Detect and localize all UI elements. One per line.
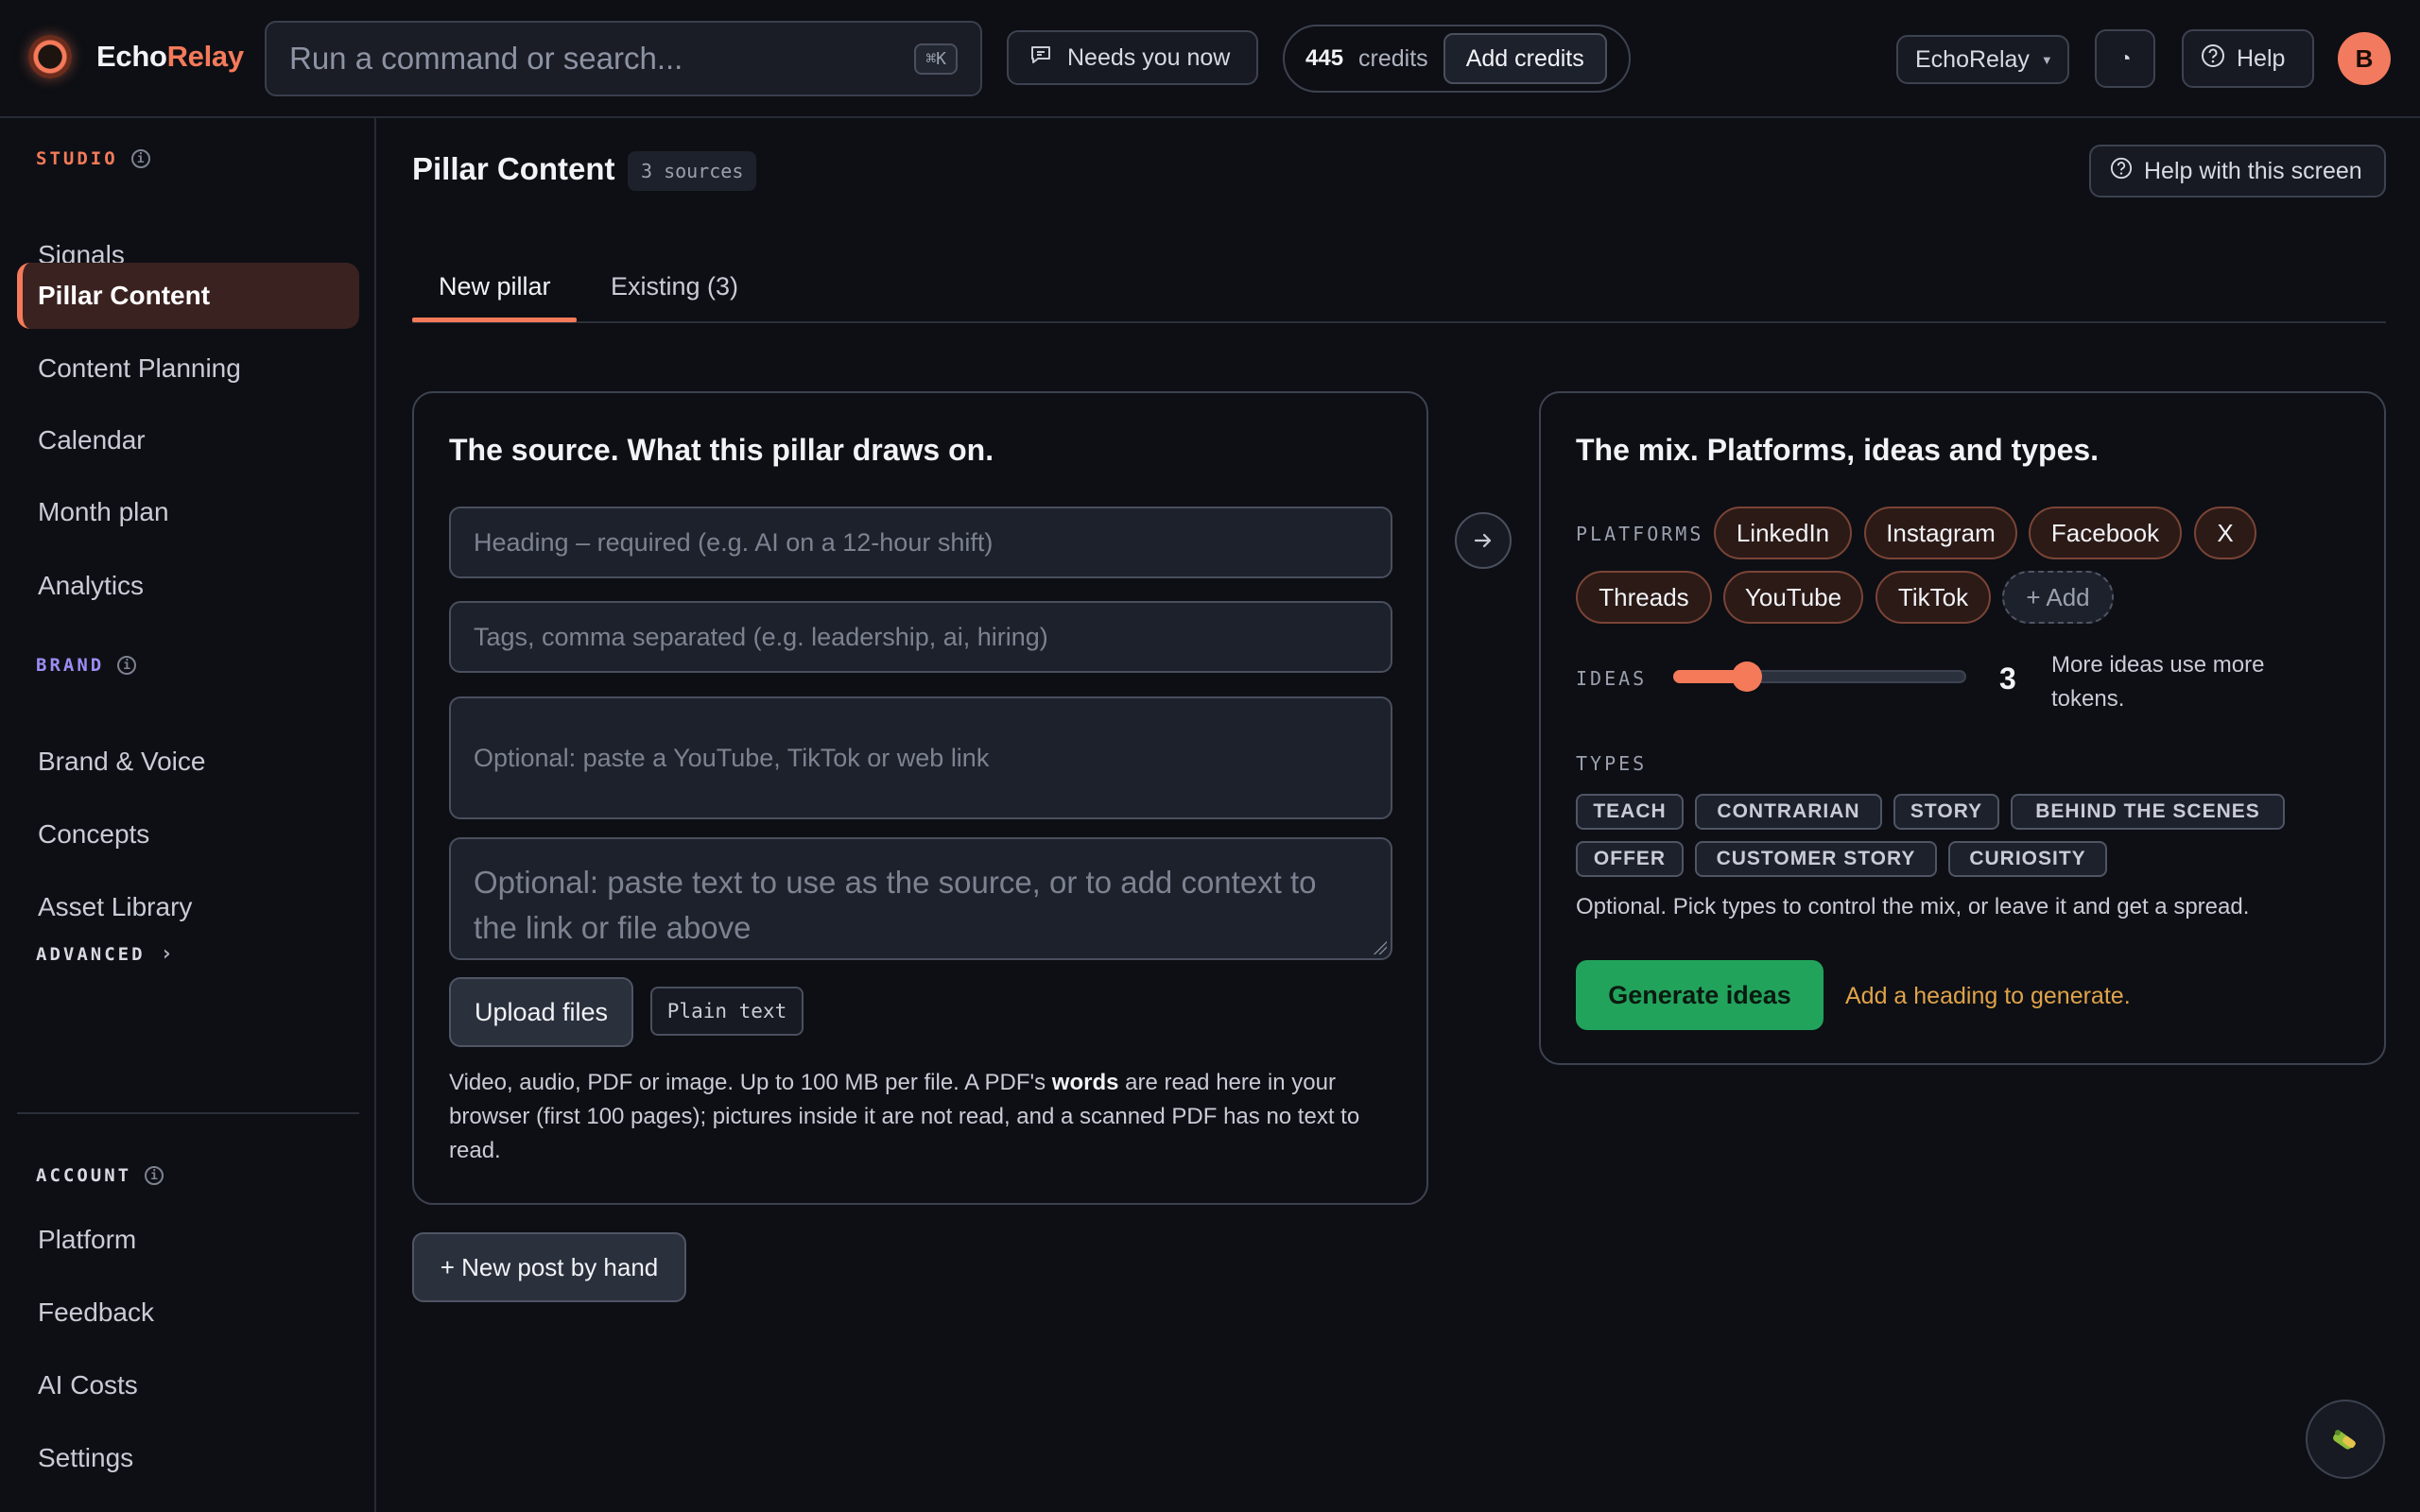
ideas-note: More ideas use more tokens. [2051,652,2265,712]
arrow-right-icon[interactable] [1455,512,1512,569]
workspace-name: EchoRelay [1915,45,2030,73]
sidebar-item-month-plan[interactable]: Month plan [17,479,359,545]
platform-chip-threads[interactable]: Threads [1576,571,1712,624]
section-label-account: ACCOUNT i [36,1165,164,1186]
needs-you-now-button[interactable]: Needs you now [1007,30,1258,85]
sources-badge: 3 sources [628,151,757,191]
info-icon[interactable]: i [145,1166,164,1185]
heading-input[interactable]: Heading – required (e.g. AI on a 12-hour… [449,507,1392,578]
platform-chip-instagram[interactable]: Instagram [1864,507,2017,559]
new-post-by-hand-button[interactable]: + New post by hand [412,1232,686,1302]
type-tag-customer-story[interactable]: CUSTOMER STORY [1695,841,1937,877]
question-circle-icon [2201,43,2225,75]
types-label: TYPES [1576,752,1648,775]
add-credits-button[interactable]: Add credits [1443,33,1607,84]
tags-input[interactable]: Tags, comma separated (e.g. leadership, … [449,601,1392,673]
assistant-icon[interactable] [2306,1400,2385,1479]
plain-text-button[interactable]: Plain text [650,987,804,1036]
type-tag-teach[interactable]: TEACH [1576,794,1684,830]
source-card-title: The source. What this pillar draws on. [449,433,994,467]
question-circle-icon [2110,157,2133,186]
sidebar-item-ai-costs[interactable]: AI Costs [17,1352,359,1418]
section-toggle-advanced[interactable]: ADVANCED › [36,942,176,966]
needs-you-label: Needs you now [1067,43,1231,71]
help-screen-label: Help with this screen [2144,157,2362,184]
generate-hint: Add a heading to generate. [1845,983,2131,1009]
active-tab-indicator [412,318,577,322]
platform-chip-youtube[interactable]: YouTube [1723,571,1863,624]
user-avatar[interactable]: B [2338,32,2391,85]
platform-chip-tiktok[interactable]: TikTok [1876,571,1991,624]
platform-chip-facebook[interactable]: Facebook [2029,507,2182,559]
sidebar-item-feedback[interactable]: Feedback [17,1280,359,1346]
chevron-down-icon: ▼ [2040,52,2053,67]
platforms-label: PLATFORMS [1576,523,1704,545]
chevron-right-icon: › [160,942,176,966]
tab-existing[interactable]: Existing (3) [611,272,738,301]
types-note: Optional. Pick types to control the mix,… [1576,894,2250,919]
shortcut-badge: ⌘K [914,43,958,75]
command-search-input[interactable]: Run a command or search... ⌘K [265,21,982,96]
message-icon [1029,44,1052,72]
section-label-brand: BRAND i [36,655,137,676]
type-tag-contrarian[interactable]: CONTRARIAN [1695,794,1882,830]
source-card: The source. What this pillar draws on. H… [412,391,1428,1205]
ideas-slider-thumb[interactable] [1731,662,1762,692]
credits-label: credits [1358,44,1428,72]
type-tag-offer[interactable]: OFFER [1576,841,1684,877]
sidebar-divider [17,1112,359,1114]
help-with-screen-button[interactable]: Help with this screen [2089,145,2386,198]
app-logo[interactable]: EchoRelay [28,35,244,78]
resize-handle[interactable] [1372,939,1387,954]
ideas-value: 3 [1999,662,2016,696]
tab-new-pillar[interactable]: New pillar [439,272,551,301]
mix-card-title: The mix. Platforms, ideas and types. [1576,433,2100,467]
sidebar-item-settings[interactable]: Settings [17,1425,359,1491]
upload-help-text: Video, audio, PDF or image. Up to 100 MB… [449,1070,1360,1163]
type-tag-curiosity[interactable]: CURIOSITY [1948,841,2107,877]
type-tag-story[interactable]: STORY [1893,794,1999,830]
platform-chip-x[interactable]: X [2194,507,2256,559]
section-label-studio: STUDIO i [36,148,150,169]
sidebar-item-concepts[interactable]: Concepts [17,801,359,868]
type-tag-behind-the-scenes[interactable]: BEHIND THE SCENES [2011,794,2285,830]
credits-count: 445 [1305,45,1344,71]
workspace-select[interactable]: EchoRelay ▼ [1896,35,2069,84]
sidebar-item-calendar[interactable]: Calendar [17,407,359,473]
add-platform-button[interactable]: + Add [2002,571,2114,624]
sidebar-item-analytics[interactable]: Analytics [17,553,359,619]
info-icon[interactable]: i [117,656,137,675]
sidebar: STUDIO i Signals Pillar Content Content … [0,118,376,1512]
page-title: Pillar Content [412,151,615,186]
top-bar: EchoRelay Run a command or search... ⌘K … [0,0,2420,118]
theme-toggle-button[interactable]: ◔ [2095,29,2155,88]
sidebar-item-pillar-content[interactable]: Pillar Content [17,263,359,329]
sidebar-item-content-planning[interactable]: Content Planning [17,335,359,402]
upload-files-button[interactable]: Upload files [449,977,633,1047]
ideas-label: IDEAS [1576,667,1648,690]
mix-card: The mix. Platforms, ideas and types. PLA… [1539,391,2386,1065]
sidebar-item-brand-voice[interactable]: Brand & Voice [17,729,359,795]
info-icon[interactable]: i [130,149,150,168]
generate-ideas-button[interactable]: Generate ideas [1576,960,1824,1030]
tab-bar: New pillar Existing (3) [412,253,2386,323]
help-label: Help [2237,44,2286,72]
sidebar-item-asset-library[interactable]: Asset Library [17,874,359,940]
link-input[interactable]: Optional: paste a YouTube, TikTok or web… [449,696,1392,819]
app-name: EchoRelay [96,40,244,73]
search-placeholder: Run a command or search... [289,41,683,76]
credits-pill: 445 credits Add credits [1283,25,1631,93]
contrast-icon: ◔ [2118,46,2132,70]
help-button[interactable]: Help [2182,29,2314,88]
platform-chip-linkedin[interactable]: LinkedIn [1714,507,1852,559]
source-text-area[interactable]: Optional: paste text to use as the sourc… [449,837,1392,960]
logo-icon [28,35,72,78]
sidebar-item-platform[interactable]: Platform [17,1207,359,1273]
